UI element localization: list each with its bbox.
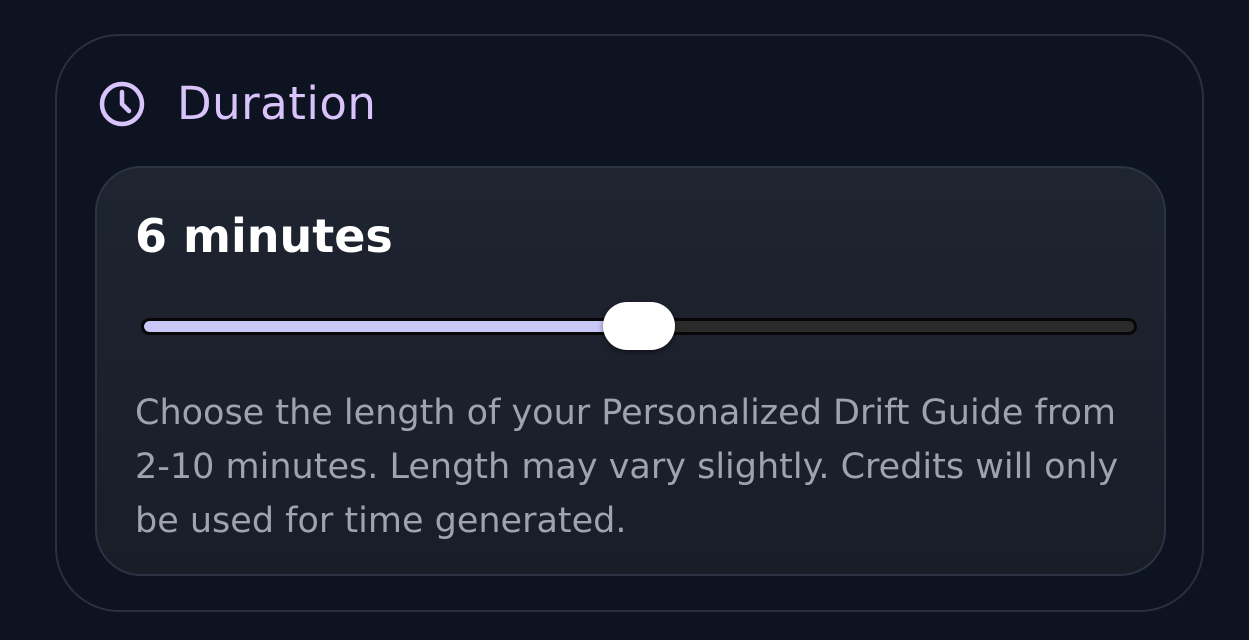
duration-value-label: 6 minutes [135,209,393,263]
slider-thumb[interactable] [603,302,675,350]
section-title: Duration [177,77,377,130]
clock-icon [99,81,145,127]
duration-card: Duration 6 minutes Choose the length of … [55,34,1204,612]
duration-panel: 6 minutes Choose the length of your Pers… [95,166,1166,576]
duration-description: Choose the length of your Personalized D… [135,393,1119,541]
slider-fill [144,321,642,332]
duration-slider[interactable] [141,302,1137,352]
section-header: Duration [97,80,376,128]
